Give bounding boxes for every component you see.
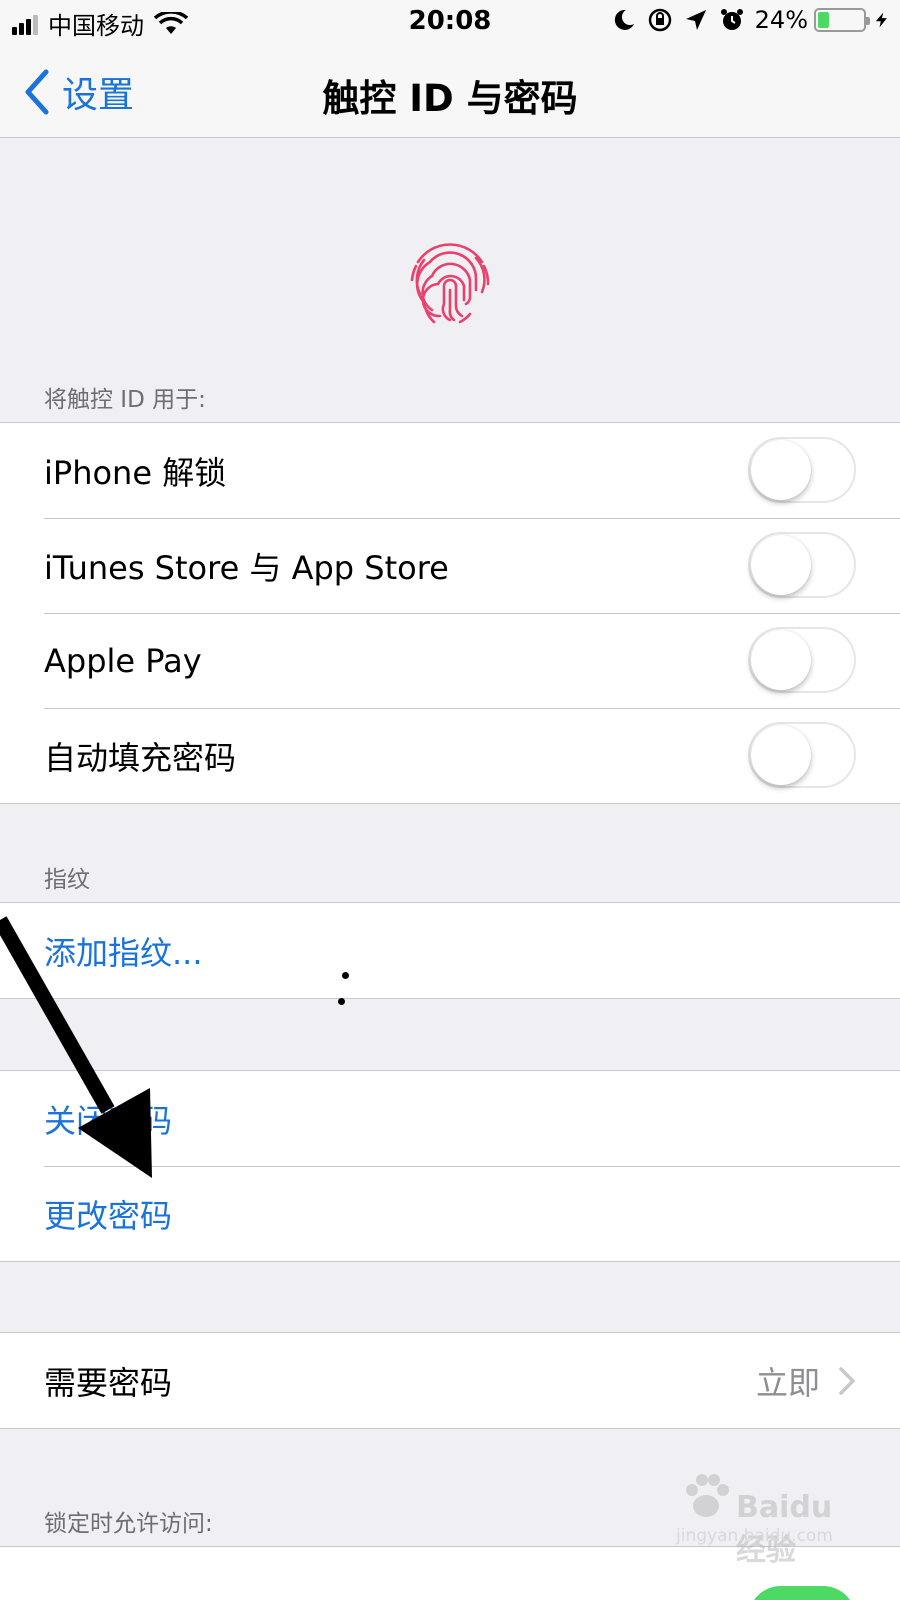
alarm-icon (720, 9, 743, 30)
charging-icon (875, 12, 887, 28)
row-label: Apple Pay (44, 641, 202, 680)
annotation-dot (342, 972, 349, 979)
battery-icon (814, 8, 870, 32)
battery-percent: 24% (754, 6, 808, 34)
row-label: iTunes Store 与 App Store (44, 548, 449, 587)
itunes-app-store-toggle[interactable] (748, 532, 856, 598)
require-passcode-row[interactable]: 需要密码 立即 (0, 1333, 900, 1428)
toggle-knob (751, 440, 811, 500)
status-bar: 中国移动 20:08 24% (0, 0, 900, 44)
toggle-knob (751, 535, 811, 595)
row-iphone-unlock: iPhone 解锁 (0, 423, 900, 518)
row-label: iPhone 解锁 (44, 453, 227, 492)
rotation-lock-icon (648, 8, 671, 32)
fingerprint-section-header: 指纹 (44, 867, 90, 893)
watermark-url: jingyan.baidu.com (676, 1526, 833, 1546)
moon-icon (614, 9, 634, 30)
page-title: 触控 ID 与密码 (322, 77, 578, 120)
row-label: 自动填充密码 (44, 738, 237, 777)
require-passcode-value: 立即 (755, 1363, 820, 1402)
iphone-unlock-toggle[interactable] (748, 437, 856, 503)
baidu-watermark: Baidu 经验 jingyan.baidu.com (676, 1468, 856, 1568)
row-apple-pay: Apple Pay (0, 613, 900, 708)
annotation-arrow-icon (0, 916, 152, 1178)
locked-access-section-header: 锁定时允许访问: (44, 1511, 213, 1537)
battery-cap (866, 17, 870, 25)
require-passcode-label: 需要密码 (44, 1363, 173, 1402)
toggle-knob (751, 630, 811, 690)
toggle-knob (751, 725, 811, 785)
row-itunes-app-store: iTunes Store 与 App Store (0, 518, 900, 613)
password-autofill-toggle[interactable] (748, 722, 856, 788)
annotation-dot (338, 998, 345, 1005)
require-passcode-group: 需要密码 立即 (0, 1332, 900, 1429)
navigation-bar: 设置 触控 ID 与密码 (0, 44, 900, 138)
paw-icon (686, 1474, 729, 1517)
status-right: 24% (601, 6, 890, 34)
chevron-right-icon (839, 1366, 855, 1395)
touch-id-group: iPhone 解锁 iTunes Store 与 App Store Apple… (0, 422, 900, 804)
row-password-autofill: 自动填充密码 (0, 708, 900, 803)
battery-fill (818, 12, 829, 28)
apple-pay-toggle[interactable] (748, 627, 856, 693)
fingerprint-icon (410, 243, 490, 324)
touch-id-section-header: 将触控 ID 用于: (44, 387, 206, 413)
location-icon (685, 10, 706, 30)
